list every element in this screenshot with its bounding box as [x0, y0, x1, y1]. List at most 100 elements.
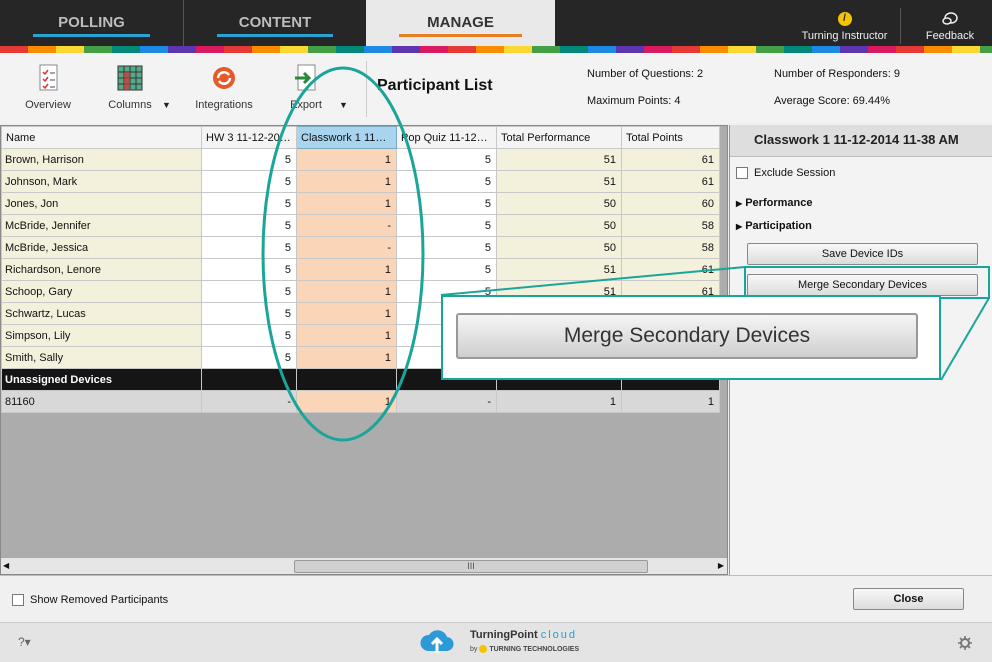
columns-dropdown-icon[interactable]: ▼ [162, 100, 171, 110]
device-row[interactable]: 81160-1-1 1 [1, 390, 720, 413]
exclude-session-label: Exclude Session [754, 167, 836, 179]
cell-classwork1[interactable]: - [296, 236, 397, 259]
cell-name: Smith, Sally [1, 346, 202, 369]
num-questions: Number of Questions: 2 [587, 68, 704, 80]
cell-classwork1[interactable]: 1 [296, 170, 397, 193]
tab-underline [217, 34, 333, 37]
cloud-upload-icon [420, 630, 454, 653]
cell-hw3: 5 [201, 258, 297, 281]
tab-underline [33, 34, 150, 37]
table-row[interactable]: Brown, Harrison 5 1 5 51 61 [1, 148, 720, 171]
cell-hw3: - [201, 390, 297, 413]
cell-total-points: 61 [621, 170, 720, 193]
cell-classwork1[interactable]: 1 [296, 148, 397, 171]
cell-hw3: 5 [201, 280, 297, 303]
table-row[interactable]: McBride, Jennifer 5-5 50 58 [1, 214, 720, 237]
bottom-bar: Show Removed Participants Close [0, 575, 992, 622]
help-icon[interactable]: ?▾ [18, 635, 31, 649]
tab-content[interactable]: CONTENT [184, 0, 366, 48]
column-header-classwork1[interactable]: Classwork 1 11… [296, 126, 397, 149]
cell-name: Johnson, Mark [1, 170, 202, 193]
participation-section[interactable]: ▶ Participation [736, 220, 812, 232]
cell-total-performance: 1 [496, 390, 622, 413]
save-device-ids-button[interactable]: Save Device IDs [747, 243, 978, 265]
divider [900, 8, 901, 44]
cell-name: Schwartz, Lucas [1, 302, 202, 325]
cell-classwork1[interactable]: 1 [296, 192, 397, 215]
columns-button[interactable]: Columns [102, 63, 158, 111]
checklist-icon [39, 64, 58, 91]
show-removed-checkbox[interactable] [12, 594, 24, 606]
cell-total-points: 60 [621, 192, 720, 215]
cell-classwork1[interactable]: 1 [296, 324, 397, 347]
column-header-pop-quiz[interactable]: Pop Quiz 11-12… [396, 126, 497, 149]
scroll-left-icon[interactable]: ◀ [3, 561, 9, 570]
export-button[interactable]: Export [282, 63, 330, 111]
cell-classwork1[interactable]: 1 [296, 302, 397, 325]
max-points: Maximum Points: 4 [587, 95, 681, 107]
table-header-row: Name HW 3 11-12-20… Classwork 1 11… Pop … [1, 126, 720, 149]
cell-name: Simpson, Lily [1, 324, 202, 347]
grid-icon [117, 65, 143, 91]
scroll-right-icon[interactable]: ▶ [718, 561, 724, 570]
sync-icon [213, 67, 235, 89]
cell-pop-quiz: 5 [396, 236, 497, 259]
integrations-button[interactable]: Integrations [190, 63, 258, 111]
cell-device-id: 81160 [1, 390, 202, 413]
show-removed-label: Show Removed Participants [30, 594, 169, 606]
cell-pop-quiz: 5 [396, 258, 497, 281]
feedback-button[interactable]: Feedback [915, 12, 985, 42]
cell-total-performance: 51 [496, 170, 622, 193]
zoom-callout: Merge Secondary Devices [441, 295, 941, 380]
table-row[interactable]: Johnson, Mark 5 1 5 51 61 [1, 170, 720, 193]
table-row[interactable]: McBride, Jessica 5-5 50 58 [1, 236, 720, 259]
cell-hw3: 5 [201, 192, 297, 215]
horizontal-scrollbar[interactable]: ◀ III ▶ [1, 557, 727, 574]
cell-name: Brown, Harrison [1, 148, 202, 171]
cell-name: McBride, Jennifer [1, 214, 202, 237]
cell-total-points: 61 [621, 148, 720, 171]
column-header-name[interactable]: Name [1, 126, 202, 149]
cell-classwork1[interactable]: 1 [296, 258, 397, 281]
cell-total-performance: 50 [496, 214, 622, 237]
export-dropdown-icon[interactable]: ▼ [339, 100, 348, 110]
instructor-menu[interactable]: / Turning Instructor [797, 12, 892, 42]
overview-button[interactable]: Overview [18, 63, 78, 111]
cell-name: McBride, Jessica [1, 236, 202, 259]
cell-total-points: 58 [621, 236, 720, 259]
tab-polling[interactable]: POLLING [0, 0, 183, 48]
cell-classwork1[interactable]: - [296, 214, 397, 237]
gear-icon[interactable] [958, 636, 972, 650]
merge-secondary-devices-button[interactable]: Merge Secondary Devices [747, 274, 978, 296]
table-row[interactable]: Jones, Jon 5 1 5 50 60 [1, 192, 720, 215]
table-row[interactable]: Richardson, Lenore 5 1 5 51 61 [1, 258, 720, 281]
cell-total-performance: 50 [496, 192, 622, 215]
cell-classwork1[interactable]: 1 [296, 390, 397, 413]
tab-manage[interactable]: MANAGE [366, 0, 555, 48]
performance-section[interactable]: ▶ Performance [736, 197, 812, 209]
cell-hw3: 5 [201, 324, 297, 347]
cell-name: Richardson, Lenore [1, 258, 202, 281]
close-button[interactable]: Close [853, 588, 964, 610]
scrollbar-thumb[interactable]: III [294, 560, 648, 573]
cell-total-performance: 51 [496, 258, 622, 281]
page-title: Participant List [377, 77, 493, 94]
cell-name: Jones, Jon [1, 192, 202, 215]
cell-classwork1[interactable]: 1 [296, 280, 397, 303]
cell-hw3: 5 [201, 346, 297, 369]
cell-pop-quiz: 5 [396, 214, 497, 237]
cell-hw3: 5 [201, 236, 297, 259]
expand-arrow-icon: ▶ [736, 199, 743, 208]
column-header-hw3[interactable]: HW 3 11-12-20… [201, 126, 297, 149]
chat-bubbles-icon [942, 12, 958, 25]
column-header-total-performance[interactable]: Total Performance [496, 126, 622, 149]
cell-hw3: 5 [201, 214, 297, 237]
cell-total-performance: 51 [496, 148, 622, 171]
cell-pop-quiz: 5 [396, 170, 497, 193]
exclude-session-checkbox[interactable] [736, 167, 748, 179]
unassigned-devices-label: Unassigned Devices [1, 368, 202, 391]
column-header-total-points[interactable]: Total Points [621, 126, 720, 149]
turning-logo-icon [479, 645, 488, 653]
company-logo: by TURNING TECHNOLOGIES [470, 645, 580, 653]
cell-classwork1[interactable]: 1 [296, 346, 397, 369]
